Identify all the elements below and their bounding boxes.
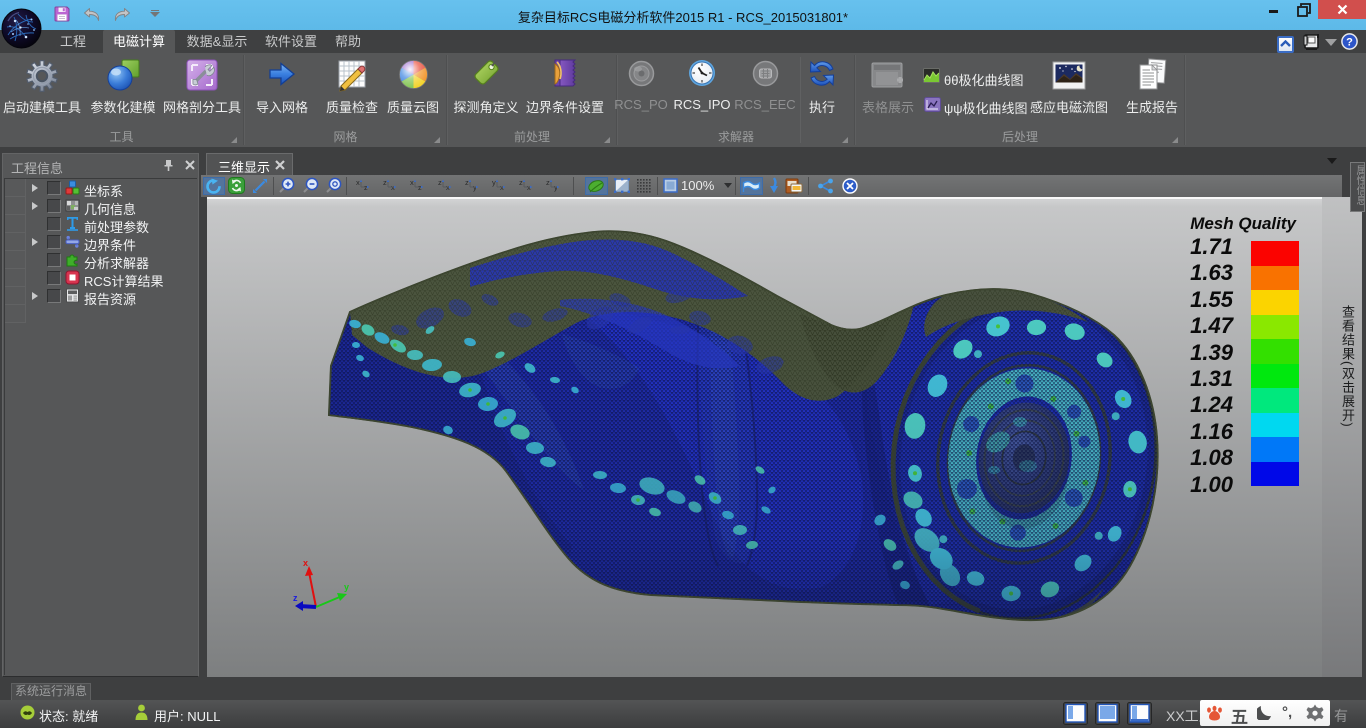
svg-text:x: x <box>410 178 414 187</box>
svg-text:?: ? <box>1346 37 1353 49</box>
svg-text:x: x <box>356 178 360 187</box>
svg-text:z: z <box>465 178 469 187</box>
svg-text:y: y <box>492 178 496 187</box>
svg-text:z: z <box>383 178 387 187</box>
svg-text:z: z <box>438 178 442 187</box>
svg-text:x: x <box>303 558 308 568</box>
svg-text:z: z <box>519 178 523 187</box>
svg-text:z: z <box>546 178 550 187</box>
svg-text:z: z <box>293 593 298 603</box>
svg-text:y: y <box>344 582 349 592</box>
